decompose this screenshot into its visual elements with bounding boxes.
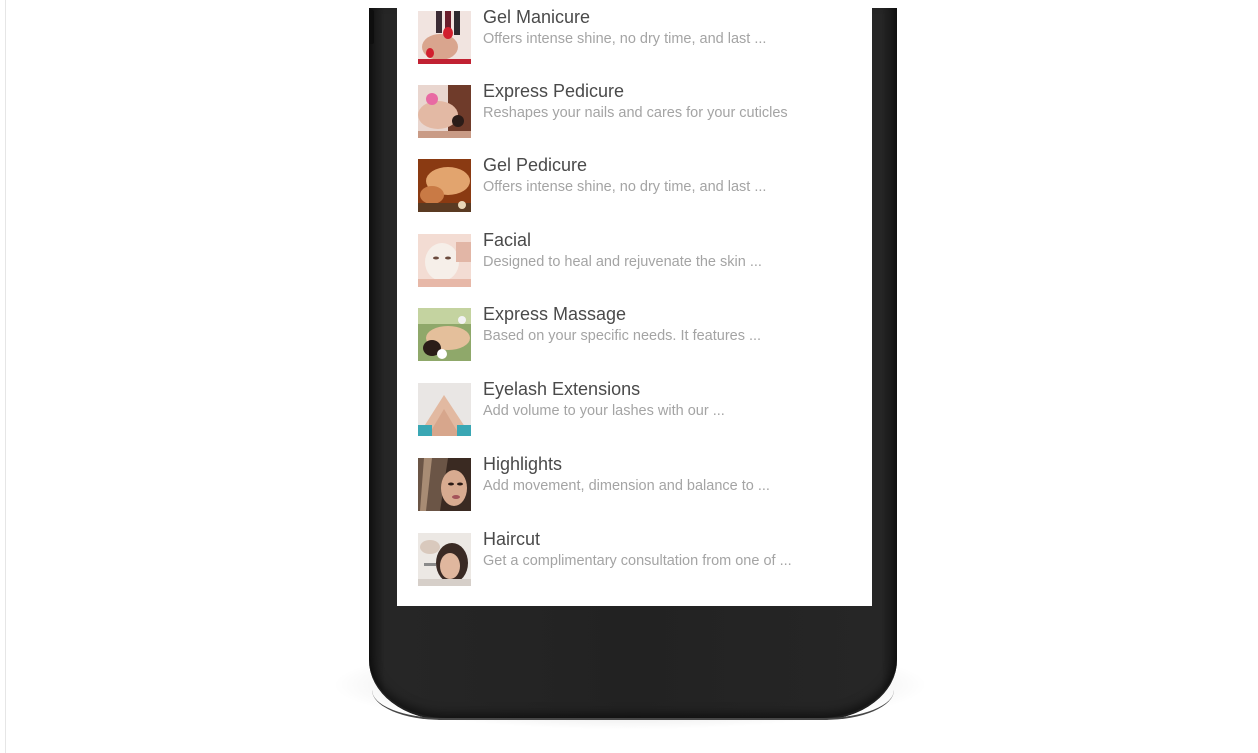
service-description: Get a complimentary consultation from on…: [483, 553, 792, 569]
phone-bottom-edge: [372, 690, 894, 720]
service-description: Reshapes your nails and cares for your c…: [483, 105, 788, 121]
service-description: Add movement, dimension and balance to .…: [483, 478, 770, 494]
service-title: Gel Pedicure: [483, 155, 588, 175]
service-title: Haircut: [483, 529, 541, 549]
list-item-facial[interactable]: Facial Designed to heal and rejuvenate t…: [397, 230, 872, 290]
haircut-photo-icon: [418, 533, 471, 586]
express-pedicure-photo-icon: [418, 85, 471, 138]
service-title: Express Pedicure: [483, 81, 625, 101]
service-description: Offers intense shine, no dry time, and l…: [483, 31, 767, 47]
service-title: Eyelash Extensions: [483, 379, 641, 399]
service-description: Based on your specific needs. It feature…: [483, 328, 762, 344]
service-description: Add volume to your lashes with our ...: [483, 403, 725, 419]
list-item-gel-pedicure[interactable]: Gel Pedicure Offers intense shine, no dr…: [397, 155, 872, 215]
service-title: Facial: [483, 230, 532, 250]
service-title: Highlights: [483, 454, 563, 474]
service-description: Designed to heal and rejuvenate the skin…: [483, 254, 762, 270]
service-description: Offers intense shine, no dry time, and l…: [483, 179, 767, 195]
service-title: Gel Manicure: [483, 8, 591, 27]
list-item-express-massage[interactable]: Express Massage Based on your specific n…: [397, 304, 872, 364]
phone-screen: Gel Manicure Offers intense shine, no dr…: [397, 8, 872, 606]
page-left-divider: [5, 0, 6, 753]
gel-pedicure-photo-icon: [418, 159, 471, 212]
list-item-haircut[interactable]: Haircut Get a complimentary consultation…: [397, 529, 872, 589]
list-item-express-pedicure[interactable]: Express Pedicure Reshapes your nails and…: [397, 81, 872, 141]
gel-manicure-photo-icon: [418, 11, 471, 64]
list-item-highlights[interactable]: Highlights Add movement, dimension and b…: [397, 454, 872, 514]
list-item-eyelash-extensions[interactable]: Eyelash Extensions Add volume to your la…: [397, 379, 872, 439]
highlights-photo-icon: [418, 458, 471, 511]
facial-photo-icon: [418, 234, 471, 287]
phone-side-button: [369, 10, 374, 44]
eyelash-extensions-photo-icon: [418, 383, 471, 436]
express-massage-photo-icon: [418, 308, 471, 361]
service-title: Express Massage: [483, 304, 627, 324]
list-item-gel-manicure[interactable]: Gel Manicure Offers intense shine, no dr…: [397, 8, 872, 67]
